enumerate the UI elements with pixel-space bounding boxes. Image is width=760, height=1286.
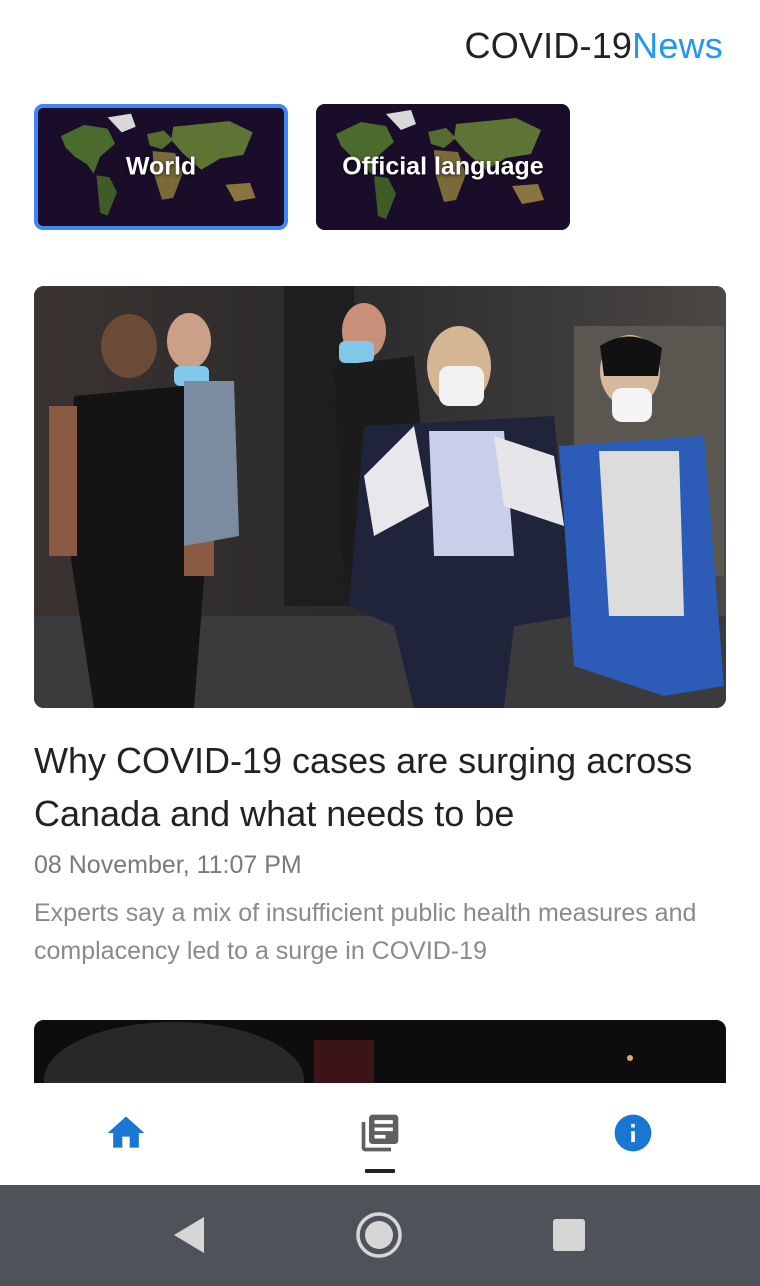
article-excerpt: Experts say a mix of insufficient public… xyxy=(34,899,697,965)
region-card-label: World xyxy=(125,152,197,181)
system-home-button[interactable] xyxy=(354,1210,404,1260)
app-title-main: COVID-19 xyxy=(464,25,633,66)
article-photo[interactable] xyxy=(34,286,726,708)
nav-home-button[interactable] xyxy=(96,1105,156,1165)
app-title-accent: News xyxy=(632,25,723,66)
region-card-label: Official language xyxy=(342,152,544,181)
article-photo-image xyxy=(34,286,726,708)
nav-info-button[interactable] xyxy=(603,1105,663,1165)
article-date: 08 November, 11:07 PM xyxy=(34,851,302,879)
nav-news-button[interactable] xyxy=(350,1105,410,1165)
next-article-photo-image xyxy=(34,1020,726,1084)
next-article-photo[interactable] xyxy=(34,1020,726,1084)
info-icon xyxy=(614,1114,652,1152)
article-headline[interactable]: Why COVID-19 cases are surging across Ca… xyxy=(34,734,734,840)
bottom-navigation xyxy=(0,1083,760,1185)
active-tab-indicator xyxy=(365,1169,395,1173)
app-title: COVID-19News xyxy=(465,24,723,68)
region-card-world[interactable]: World xyxy=(34,104,288,230)
home-circle-icon xyxy=(356,1212,402,1258)
recents-icon xyxy=(553,1219,585,1251)
back-icon xyxy=(174,1217,204,1253)
system-recents-button[interactable] xyxy=(552,1218,586,1252)
system-navigation-bar xyxy=(0,1185,760,1286)
system-back-button[interactable] xyxy=(170,1213,210,1257)
home-icon xyxy=(107,1116,145,1148)
newspaper-icon xyxy=(361,1114,399,1152)
region-card-official-language[interactable]: Official language xyxy=(316,104,570,230)
